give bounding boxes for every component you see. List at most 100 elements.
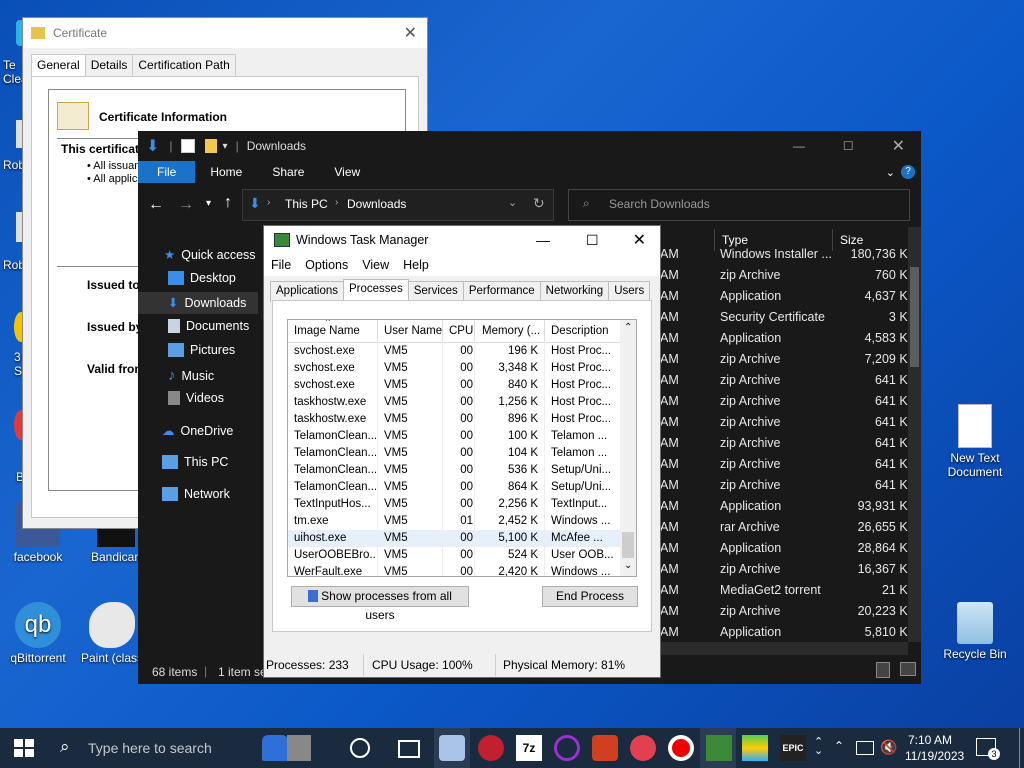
file-row[interactable]: AM zip Archive 7,209 KB xyxy=(658,348,908,369)
column-image-name[interactable]: Image Name xyxy=(294,325,360,337)
process-row[interactable]: WerFault.exe VM5 00 2,420 K Windows ... xyxy=(288,564,622,576)
record-icon[interactable] xyxy=(668,735,694,761)
file-row[interactable]: AM zip Archive 16,367 KB xyxy=(658,558,908,579)
menu-help[interactable]: Help xyxy=(396,258,436,272)
file-row[interactable]: AM Application 5,810 KB xyxy=(658,621,908,639)
process-row[interactable]: svchost.exe VM5 00 840 K Host Proc... xyxy=(288,377,622,394)
forward-arrow-icon[interactable]: → xyxy=(178,196,194,214)
maximize-icon[interactable]: ☐ xyxy=(586,232,599,249)
tab-services[interactable]: Services xyxy=(407,281,464,302)
refresh-icon[interactable]: ↻ xyxy=(533,195,545,212)
close-icon[interactable]: ✕ xyxy=(892,136,905,156)
process-row[interactable]: TelamonClean... VM5 00 536 K Setup/Uni... xyxy=(288,462,622,479)
taskbar-active-app[interactable] xyxy=(434,728,470,768)
ribbon-share-tab[interactable]: Share xyxy=(257,165,319,179)
process-row[interactable]: uihost.exe VM5 00 5,100 K McAfee ... xyxy=(288,530,622,547)
taskbar-overflow-icon[interactable]: ⌃ ⌄ xyxy=(814,737,823,757)
close-icon[interactable]: ✕ xyxy=(633,230,646,250)
process-row[interactable]: UserOOBEBro... VM5 00 524 K User OOB... xyxy=(288,547,622,564)
back-arrow-icon[interactable]: ← xyxy=(148,196,164,214)
nav-documents[interactable]: Documents xyxy=(168,319,249,333)
file-row[interactable]: AM Application 28,864 KB xyxy=(658,537,908,558)
file-row[interactable]: AM zip Archive 641 KB xyxy=(658,432,908,453)
file-row[interactable]: AM Security Certificate 3 KB xyxy=(658,306,908,327)
details-view-icon[interactable] xyxy=(876,662,890,678)
column-cpu[interactable]: CPU xyxy=(449,325,473,337)
column-memory[interactable]: Memory (... xyxy=(482,325,540,337)
ribbon-file-tab[interactable]: File xyxy=(138,161,196,183)
volume-muted-icon[interactable]: 🔇 xyxy=(880,739,897,756)
process-row[interactable]: tm.exe VM5 01 2,452 K Windows ... xyxy=(288,513,622,530)
minimize-icon[interactable]: — xyxy=(536,232,550,248)
process-scrollbar[interactable]: ⌃ ⌄ xyxy=(620,320,636,576)
taskbar-active-app[interactable] xyxy=(700,728,736,768)
nav-quick-access[interactable]: ★ Quick access xyxy=(164,247,256,263)
file-row[interactable]: AM zip Archive 641 KB xyxy=(658,390,908,411)
epic-games-icon[interactable]: EPIC xyxy=(780,735,806,761)
cortana-icon[interactable] xyxy=(350,738,370,758)
menu-options[interactable]: Options xyxy=(298,258,355,272)
ribbon-home-tab[interactable]: Home xyxy=(195,165,257,179)
file-row[interactable]: AM Windows Installer ... 180,736 KB xyxy=(658,243,908,264)
pinned-app-icon[interactable] xyxy=(287,735,311,761)
nav-this-pc[interactable]: This PC xyxy=(162,455,228,469)
nav-onedrive[interactable]: ☁ OneDrive xyxy=(162,423,233,439)
tab-processes[interactable]: Processes xyxy=(343,279,409,300)
7zip-icon[interactable]: 7z xyxy=(516,735,542,761)
process-row[interactable]: TelamonClean... VM5 00 104 K Telamon ... xyxy=(288,445,622,462)
address-dropdown-icon[interactable]: ⌄ xyxy=(508,196,517,209)
file-row[interactable]: AM Application 4,583 KB xyxy=(658,327,908,348)
process-row[interactable]: TextInputHos... VM5 00 2,256 K TextInput... xyxy=(288,496,622,513)
file-row[interactable]: AM zip Archive 641 KB xyxy=(658,369,908,390)
recent-locations-icon[interactable]: ▾ xyxy=(206,198,211,209)
close-icon[interactable]: ✕ xyxy=(404,23,417,43)
pinned-app-icon[interactable] xyxy=(478,735,504,761)
tab-performance[interactable]: Performance xyxy=(462,281,541,302)
menu-view[interactable]: View xyxy=(355,258,396,272)
desktop-icon-new-text-document[interactable]: New Text Document xyxy=(937,404,1013,479)
nav-music[interactable]: ♪ Music xyxy=(168,367,214,384)
nav-videos[interactable]: Videos xyxy=(168,391,224,405)
nav-desktop[interactable]: Desktop xyxy=(168,271,236,285)
minimize-icon[interactable]: — xyxy=(793,139,805,153)
ribbon-view-tab[interactable]: View xyxy=(319,165,375,179)
desktop-icon-qbittorrent[interactable]: qb qBittorrent xyxy=(0,602,76,665)
file-row[interactable]: AM zip Archive 20,223 KB xyxy=(658,600,908,621)
process-row[interactable]: TelamonClean... VM5 00 864 K Setup/Uni... xyxy=(288,479,622,496)
pinned-app-icon[interactable] xyxy=(592,735,618,761)
opera-icon[interactable] xyxy=(554,735,580,761)
tab-general[interactable]: General xyxy=(31,54,86,76)
file-row[interactable]: AM rar Archive 26,655 KB xyxy=(658,516,908,537)
maximize-icon[interactable]: ☐ xyxy=(843,139,854,153)
task-view-icon[interactable] xyxy=(398,740,420,758)
network-status-icon[interactable] xyxy=(856,741,874,755)
taskbar-search[interactable]: ⌕ Type here to search xyxy=(48,728,248,768)
file-row[interactable]: AM Application 4,637 KB xyxy=(658,285,908,306)
quick-access-dropdown-icon[interactable]: ▾ xyxy=(223,141,228,152)
process-row[interactable]: svchost.exe VM5 00 3,348 K Host Proc... xyxy=(288,360,622,377)
pinned-app-icon[interactable] xyxy=(630,735,656,761)
file-row[interactable]: AM zip Archive 760 KB xyxy=(658,264,908,285)
scrollbar-thumb[interactable] xyxy=(910,267,919,367)
desktop-icon-recycle-bin[interactable]: Recycle Bin xyxy=(937,602,1013,661)
address-bar[interactable]: ⬇ › This PC › Downloads ⌄ ↻ xyxy=(242,189,554,221)
end-process-button[interactable]: End Process xyxy=(542,586,638,607)
process-row[interactable]: TelamonClean... VM5 00 100 K Telamon ... xyxy=(288,428,622,445)
nav-network[interactable]: Network xyxy=(162,487,230,501)
show-hidden-icons-chevron[interactable]: ⌃ xyxy=(834,739,844,753)
breadcrumb-this-pc[interactable]: This PC xyxy=(285,197,328,211)
horizontal-scrollbar[interactable] xyxy=(658,642,908,655)
new-folder-icon[interactable] xyxy=(204,139,217,153)
tab-certification-path[interactable]: Certification Path xyxy=(132,54,236,76)
properties-icon[interactable] xyxy=(180,139,195,153)
show-desktop-button[interactable] xyxy=(1019,728,1020,768)
scroll-down-icon[interactable]: ⌄ xyxy=(624,560,632,571)
column-description[interactable]: Description xyxy=(551,325,609,337)
large-icons-view-icon[interactable] xyxy=(900,662,916,676)
process-row[interactable]: taskhostw.exe VM5 00 896 K Host Proc... xyxy=(288,411,622,428)
process-row[interactable]: taskhostw.exe VM5 00 1,256 K Host Proc... xyxy=(288,394,622,411)
menu-file[interactable]: File xyxy=(264,258,298,272)
tab-users[interactable]: Users xyxy=(608,281,651,302)
search-box[interactable]: ⌕ Search Downloads xyxy=(568,189,910,221)
file-row[interactable]: AM zip Archive 641 KB xyxy=(658,411,908,432)
